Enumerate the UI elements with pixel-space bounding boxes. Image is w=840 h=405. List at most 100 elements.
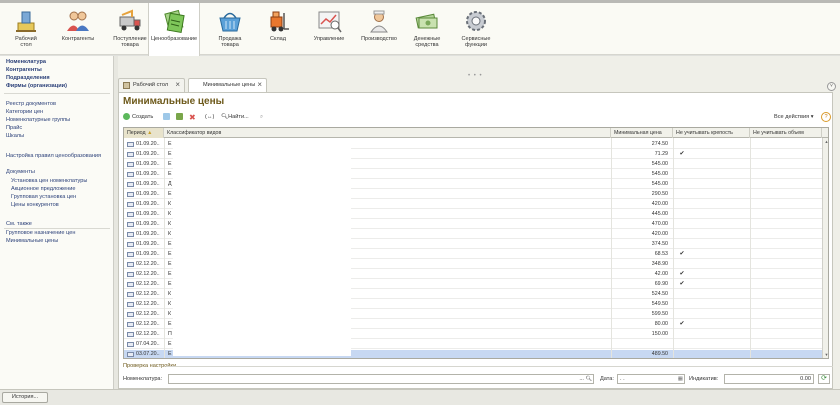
help-icon: ? <box>824 114 828 120</box>
select-button[interactable]: ... <box>579 375 584 383</box>
ignore-strength-check[interactable] <box>677 350 687 358</box>
ignore-strength-check[interactable] <box>677 240 687 249</box>
ignore-strength-check[interactable] <box>677 140 687 149</box>
ignore-strength-check[interactable] <box>677 260 687 269</box>
refresh-button[interactable]: ⟳ <box>818 374 830 384</box>
tab-minimal-prices[interactable]: Минимальные цены × <box>188 78 267 93</box>
nav-nomenclature[interactable]: Номенклатура <box>6 59 46 65</box>
tab-label: Рабочий стол <box>133 82 169 88</box>
close-icon[interactable]: × <box>175 80 180 89</box>
ignore-strength-check[interactable] <box>677 340 687 349</box>
close-icon[interactable]: × <box>257 80 262 89</box>
all-actions-button[interactable]: Все действия ▾ <box>774 111 814 124</box>
vertical-scrollbar[interactable]: ▲ ▼ <box>822 138 828 358</box>
column-header-min-price[interactable]: Минимальная цена <box>611 128 673 138</box>
period-button[interactable]: (↔) <box>205 111 214 124</box>
scroll-down-icon[interactable]: ▼ <box>824 352 828 357</box>
nav-price-list[interactable]: Прайс <box>6 125 22 131</box>
ignore-strength-check[interactable] <box>677 200 687 209</box>
section-desktop[interactable]: Рабочий стол <box>0 3 52 55</box>
nav-doc-group-prices[interactable]: Групповая установка цен <box>11 194 76 200</box>
period-cell: 01.09.20.. <box>126 150 162 159</box>
basket-icon <box>219 12 241 32</box>
section-warehouse[interactable]: Склад <box>252 3 304 55</box>
calendar-icon[interactable]: ▦ <box>678 375 683 383</box>
period-cell: 01.09.20.. <box>126 200 162 209</box>
record-icon <box>127 182 134 187</box>
ignore-strength-check[interactable] <box>677 310 687 319</box>
tab-desktop[interactable]: Рабочий стол × <box>118 78 185 92</box>
period-cell: 02.12.20.. <box>126 290 162 299</box>
min-price-cell: 549.50 <box>651 301 668 307</box>
help-button[interactable]: ? <box>821 112 831 122</box>
ignore-strength-check[interactable] <box>677 330 687 339</box>
chevron-down-icon[interactable]: ˅ <box>827 82 836 91</box>
nav-doc-registry[interactable]: Реестр документов <box>6 101 56 107</box>
record-icon <box>127 152 134 157</box>
record-icon <box>127 162 134 167</box>
section-management[interactable]: Управление <box>303 3 355 55</box>
find-label: Найти... <box>228 114 249 120</box>
section-money[interactable]: Денежные средства <box>401 3 453 55</box>
pencil-icon <box>176 113 183 121</box>
nav-doc-competitor-prices[interactable]: Цены конкурентов <box>11 202 59 208</box>
min-price-cell: 80.00 <box>654 321 668 327</box>
chart-icon <box>318 11 342 33</box>
ignore-strength-check[interactable] <box>677 210 687 219</box>
section-contractors[interactable]: Контрагенты <box>52 3 104 55</box>
period-cell: 02.12.20.. <box>126 260 162 269</box>
nav-minimal-prices[interactable]: Минимальные цены <box>6 238 58 244</box>
nav-scales[interactable]: Шкалы <box>6 133 24 139</box>
edit-button[interactable] <box>176 111 185 124</box>
section-pricing[interactable]: Ценообразование <box>148 3 200 57</box>
ignore-strength-check[interactable] <box>677 230 687 239</box>
column-header-ignore-strength[interactable]: Не учитывать крепость <box>673 128 750 138</box>
nomenclature-field[interactable]: ... 🔍︎ <box>168 374 594 384</box>
column-header-period[interactable]: Период ▲ <box>124 128 164 138</box>
history-button[interactable]: История... <box>2 392 48 403</box>
ignore-strength-check[interactable]: ✔ <box>677 270 687 279</box>
nav-doc-promo[interactable]: Акционное предложение <box>11 186 76 192</box>
ignore-strength-check[interactable] <box>677 160 687 169</box>
min-price-cell: 150.00 <box>651 331 668 337</box>
search-icon[interactable]: 🔍︎ <box>586 375 592 383</box>
ignore-strength-check[interactable] <box>677 180 687 189</box>
date-field[interactable]: . . ▦ <box>617 374 685 384</box>
period-cell: 01.09.20.. <box>126 170 162 179</box>
ignore-strength-check[interactable] <box>677 220 687 229</box>
ignore-strength-check[interactable]: ✔ <box>677 280 687 289</box>
column-divider <box>673 138 674 358</box>
nav-group-price-assignment[interactable]: Групповое назначение цен <box>6 230 75 236</box>
column-header-ignore-volume[interactable]: Не учитывать объем <box>750 128 822 138</box>
section-label: Производство <box>361 36 397 42</box>
find-button[interactable]: 🔍︎Найти... <box>221 111 249 124</box>
ignore-strength-check[interactable] <box>677 190 687 199</box>
record-icon <box>127 192 134 197</box>
delete-button[interactable]: ✖ <box>189 111 196 124</box>
nav-contractors[interactable]: Контрагенты <box>6 67 42 73</box>
create-button[interactable]: Создать <box>123 111 153 124</box>
section-service[interactable]: Сервисные функции <box>450 3 502 55</box>
column-header-classifier[interactable]: Классификатор видов <box>164 128 611 138</box>
nav-nomenclature-groups[interactable]: Номенклатурные группы <box>6 117 70 123</box>
ignore-strength-check[interactable] <box>677 300 687 309</box>
ignore-strength-check[interactable]: ✔ <box>677 150 687 159</box>
scroll-up-icon[interactable]: ▲ <box>824 139 828 144</box>
nav-firms[interactable]: Фирмы (организации) <box>6 83 67 89</box>
min-price-cell: 489.50 <box>651 351 668 357</box>
ignore-strength-check[interactable]: ✔ <box>677 320 687 329</box>
nav-doc-set-prices[interactable]: Установка цен номенклатуры <box>11 178 87 184</box>
ignore-strength-check[interactable]: ✔ <box>677 250 687 259</box>
nav-price-categories[interactable]: Категории цен <box>6 109 43 115</box>
copy-button[interactable] <box>163 111 172 124</box>
nav-departments[interactable]: Подразделения <box>6 75 50 81</box>
ignore-strength-check[interactable] <box>677 170 687 179</box>
section-sales[interactable]: Продажа товара <box>204 3 256 55</box>
cancel-search-button[interactable]: ⌕ <box>260 111 263 124</box>
period-icon: (↔) <box>205 114 215 120</box>
nav-pricing-rules[interactable]: Настройка правил ценообразования <box>6 153 101 159</box>
ignore-strength-check[interactable] <box>677 290 687 299</box>
section-production[interactable]: Производство <box>353 3 405 55</box>
record-icon <box>127 312 134 317</box>
indicator-field[interactable]: 0.00 <box>724 374 814 384</box>
